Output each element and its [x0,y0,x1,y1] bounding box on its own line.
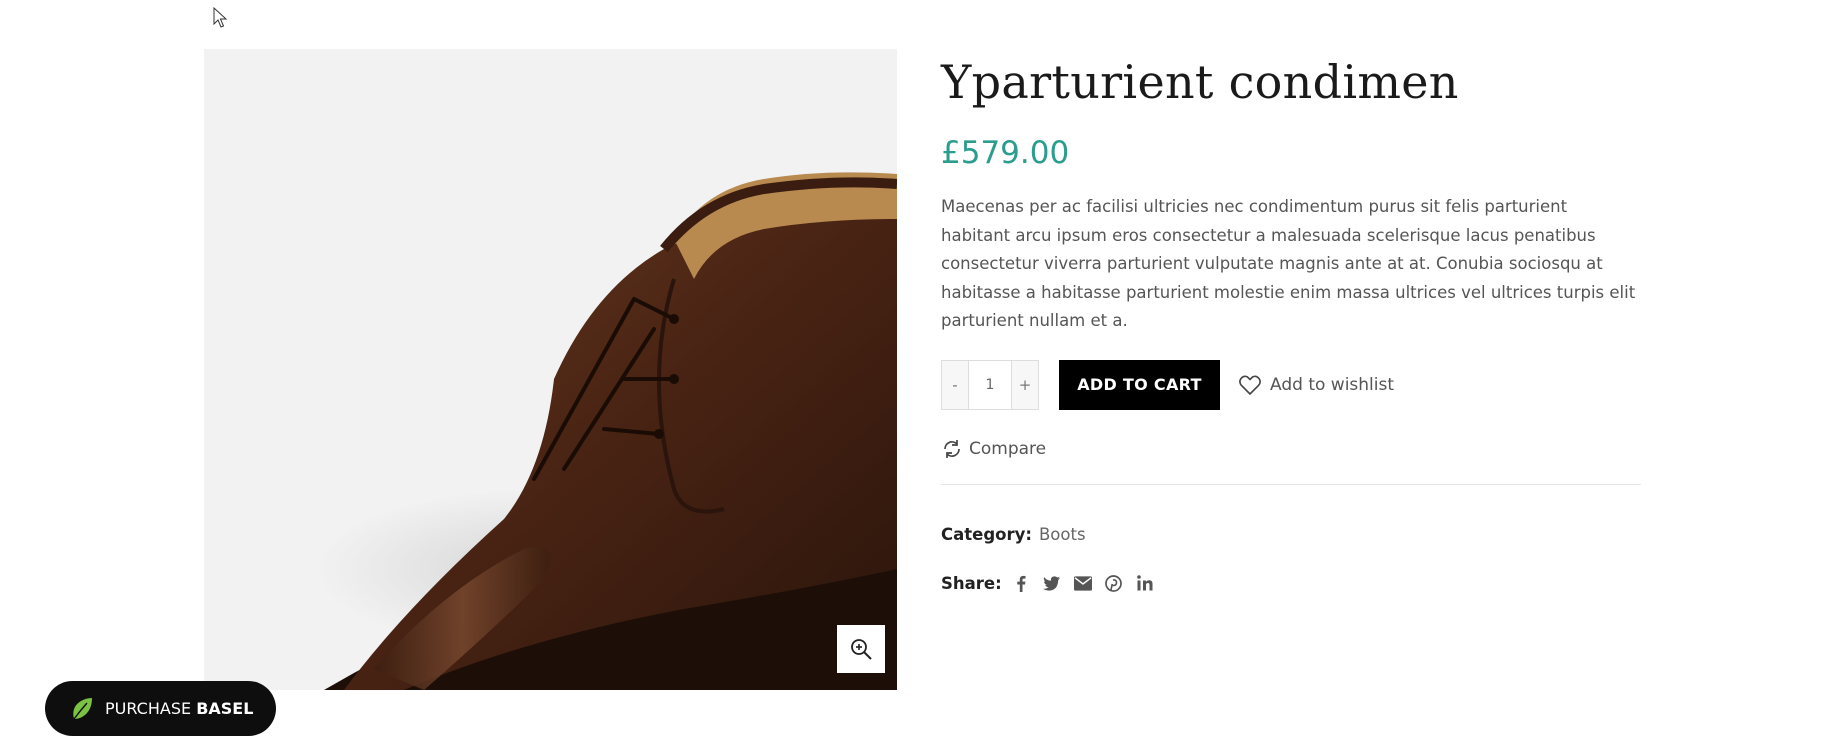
product-description: Maecenas per ac facilisi ultricies nec c… [941,197,1636,330]
pinterest-icon[interactable] [1105,574,1123,592]
purchase-badge-label: PURCHASE BASEL [105,699,253,718]
purchase-basel-badge[interactable]: PURCHASE BASEL [45,681,276,736]
share-row: Share: [941,574,1641,593]
quantity-input[interactable]: 1 [968,360,1012,409]
quantity-minus-button[interactable]: - [942,360,968,409]
linkedin-icon[interactable] [1136,574,1154,592]
product-summary: Yparturient condimen £579.00 Maecenas pe… [941,49,1641,593]
category-link[interactable]: Boots [1039,525,1086,544]
product-image[interactable] [204,49,897,690]
category-label: Category: [941,524,1032,544]
share-label: Share: [941,573,1002,593]
facebook-icon[interactable] [1012,574,1030,592]
brand-text: BASEL [196,699,254,718]
zoom-in-icon [851,639,872,660]
quantity-stepper: - 1 + [941,359,1039,410]
share-icons [1012,574,1154,592]
product-title: Yparturient condimen [941,55,1459,109]
mouse-cursor-icon [213,7,228,28]
wishlist-label: Add to wishlist [1270,374,1395,395]
add-to-cart-button[interactable]: ADD TO CART [1059,359,1220,410]
leaf-icon [73,697,92,719]
email-icon[interactable] [1073,574,1092,592]
compare-label: Compare [969,438,1047,459]
zoom-button[interactable] [837,625,885,673]
product-price: £579.00 [941,135,1070,171]
twitter-icon[interactable] [1043,574,1061,592]
add-to-wishlist-link[interactable]: Add to wishlist [1238,374,1394,396]
compare-link[interactable]: Compare [941,438,1641,460]
purchase-text: PURCHASE [105,699,192,718]
compare-icon [944,439,960,458]
boot-image [314,172,897,690]
add-to-cart-form: - 1 + ADD TO CART Add to wishlist [941,359,1641,410]
product-page: Yparturient condimen £579.00 Maecenas pe… [0,0,1830,743]
quantity-plus-button[interactable]: + [1012,360,1038,409]
product-category: Category: Boots [941,525,1641,544]
heart-icon [1239,374,1261,395]
divider [941,483,1641,485]
